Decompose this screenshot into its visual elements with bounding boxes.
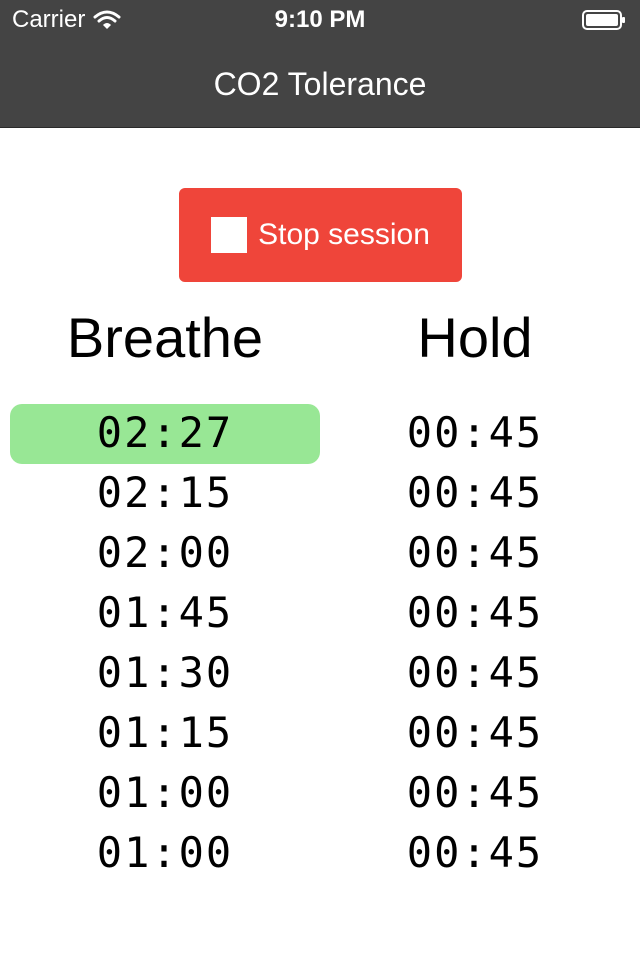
interval-row: 01:15 00:45 bbox=[0, 704, 640, 764]
hold-time: 00:45 bbox=[406, 828, 544, 877]
breathe-column-header: Breathe bbox=[66, 306, 264, 369]
app-screen: Carrier 9:10 PM CO2 Tolerance Stop sessi… bbox=[0, 0, 640, 960]
hold-column-header: Hold bbox=[417, 306, 533, 369]
interval-row: 01:30 00:45 bbox=[0, 644, 640, 704]
status-bar: Carrier 9:10 PM bbox=[0, 0, 640, 40]
header: Carrier 9:10 PM CO2 Tolerance bbox=[0, 0, 640, 128]
hold-time: 00:45 bbox=[406, 408, 544, 457]
hold-time: 00:45 bbox=[406, 588, 544, 637]
breathe-time: 01:45 bbox=[96, 588, 234, 637]
battery-icon bbox=[582, 10, 625, 30]
hold-time: 00:45 bbox=[406, 768, 544, 817]
hold-time: 00:45 bbox=[406, 528, 544, 577]
hold-time: 00:45 bbox=[406, 708, 544, 757]
interval-row: 01:00 00:45 bbox=[0, 764, 640, 824]
stop-icon bbox=[211, 217, 248, 253]
hold-time: 00:45 bbox=[406, 648, 544, 697]
breathe-time: 02:15 bbox=[96, 468, 234, 517]
interval-row-active: 02:27 00:45 bbox=[0, 404, 640, 464]
stop-session-label: Stop session bbox=[258, 218, 430, 251]
breathe-time: 01:30 bbox=[96, 648, 234, 697]
breathe-time: 02:00 bbox=[96, 528, 234, 577]
breathe-time: 01:00 bbox=[96, 828, 234, 877]
interval-table: 02:27 00:45 02:15 00:45 02:00 00:45 01:4… bbox=[0, 404, 640, 884]
interval-row: 02:00 00:45 bbox=[0, 524, 640, 584]
breathe-time: 01:00 bbox=[96, 768, 234, 817]
page-title: CO2 Tolerance bbox=[213, 66, 427, 102]
stop-session-button[interactable]: Stop session bbox=[179, 188, 462, 282]
interval-row: 01:00 00:45 bbox=[0, 824, 640, 884]
interval-row: 01:45 00:45 bbox=[0, 584, 640, 644]
breathe-time: 01:15 bbox=[96, 708, 234, 757]
hold-time: 00:45 bbox=[406, 468, 544, 517]
status-time: 9:10 PM bbox=[274, 6, 366, 33]
interval-row: 02:15 00:45 bbox=[0, 464, 640, 524]
breathe-time: 02:27 bbox=[96, 408, 234, 457]
